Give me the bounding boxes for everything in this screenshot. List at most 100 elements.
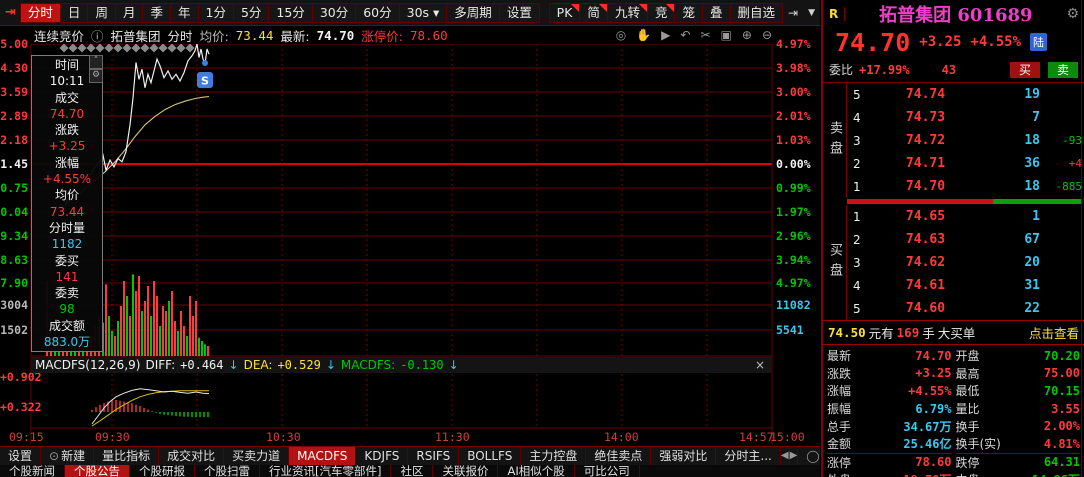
news-tab[interactable]: 个股扫雷 — [195, 465, 260, 477]
arrow-down-icon: ↓ — [325, 358, 336, 372]
close-icon[interactable]: × — [755, 358, 765, 372]
intraday-chart-svg[interactable]: S — [0, 44, 820, 445]
jump-icon[interactable]: ⇥ — [0, 5, 21, 20]
indicator-tab[interactable]: 强弱对比 — [651, 447, 717, 465]
bid-row[interactable]: 2 74.63 67 — [847, 228, 1084, 251]
stock-title[interactable]: 拓普集团 601689 — [845, 1, 1066, 27]
volume-bar — [177, 331, 179, 356]
tooltip-row: 74.70 — [49, 106, 85, 121]
scroll-left-icon[interactable]: ◀ — [781, 447, 790, 465]
period-tab[interactable]: 30s ▾ — [398, 2, 448, 23]
indicator-tab[interactable]: MACDFS — [289, 447, 357, 465]
intraday-chart-area[interactable]: S 75.00 74.30 73.59 72.89 72.18 71.45 70.75 70.… — [0, 37, 820, 445]
bid-row[interactable]: 3 74.62 20 — [847, 251, 1084, 274]
time-tick-label: 11:30 — [435, 430, 470, 444]
period-tab[interactable]: 60分 — [355, 2, 400, 23]
buy-button[interactable]: 买 — [1010, 61, 1040, 78]
period-tab[interactable]: 多周期 — [446, 2, 500, 23]
ask-row[interactable]: 2 74.71 36 +4 — [847, 152, 1084, 175]
tick-dash — [58, 352, 60, 355]
macd-title[interactable]: MACDFS(12,26,9) — [35, 358, 140, 372]
zoom-in-icon[interactable]: ⊕ — [742, 28, 752, 42]
period-tab[interactable]: 年 — [169, 2, 199, 23]
new-indicator-tab[interactable]: ⊙ 新建 — [41, 447, 95, 465]
sell-button[interactable]: 卖 — [1048, 61, 1078, 78]
ask-volume: 36 — [1024, 156, 1040, 171]
level: 2 — [853, 232, 861, 247]
indicator-tab[interactable]: 分时主... — [716, 447, 781, 465]
news-tab[interactable]: 个股新闻 — [0, 465, 65, 477]
bid-row[interactable]: 4 74.61 31 — [847, 274, 1084, 297]
big-order-alert[interactable]: 74.50 元有 169 手 大买单 点击查看 — [823, 320, 1084, 345]
news-tab[interactable]: AI相似个股 — [498, 465, 575, 477]
eye-icon[interactable]: ◎ — [616, 28, 626, 42]
volume-bar — [135, 291, 137, 356]
tool-tab[interactable]: 九转 — [606, 2, 648, 23]
ask-row[interactable]: 4 74.73 7 — [847, 106, 1084, 129]
period-tab[interactable]: 1分 — [197, 2, 234, 23]
axis-tick-label: 4.97% — [776, 37, 811, 51]
news-tab[interactable]: 关联报价 — [433, 465, 499, 477]
tool-tab[interactable]: 笼 — [674, 2, 703, 23]
indicator-settings-tab[interactable]: 设置 — [0, 447, 42, 465]
period-tab[interactable]: 月 — [114, 2, 144, 23]
indicator-tab[interactable]: 绝佳卖点 — [586, 447, 652, 465]
tick-dash — [174, 352, 176, 355]
scroll-right-icon[interactable]: ▶ — [790, 447, 799, 465]
tool-tab[interactable]: 简 — [579, 2, 608, 23]
period-tab[interactable]: 设置 — [498, 2, 540, 23]
gear-icon[interactable]: ⚙ — [89, 69, 103, 83]
news-tab[interactable]: 行业资讯[汽车零部件] — [260, 465, 392, 477]
indicator-tab[interactable]: 量比指标 — [94, 447, 160, 465]
period-tab[interactable]: 15分 — [268, 2, 313, 23]
indicator-tab[interactable]: RSIFS — [408, 447, 460, 465]
news-tab[interactable]: 社区 — [391, 465, 434, 477]
frame-icon[interactable]: ▣ — [721, 28, 732, 42]
tool-tab[interactable]: 竞 — [646, 2, 676, 23]
market-badge: 陆 — [1030, 33, 1047, 51]
period-tab[interactable]: 30分 — [311, 2, 357, 23]
period-tab[interactable]: 分时 — [19, 2, 61, 23]
collapse-icon[interactable]: ˄ — [89, 55, 103, 69]
news-tab[interactable]: 可比公司 — [575, 465, 640, 477]
axis-tick-label: 2.96% — [776, 229, 811, 243]
news-tab[interactable]: 个股公告 — [65, 465, 130, 477]
volume-bar — [132, 274, 134, 356]
news-tab[interactable]: 个股研报 — [130, 465, 195, 477]
alert-price: 74.50 — [828, 325, 866, 340]
ask-row[interactable]: 1 74.70 18 -885 — [847, 175, 1084, 198]
axis-tick-label: 72.18 — [0, 133, 28, 147]
undo-icon[interactable]: ↶ — [680, 28, 690, 42]
stat-value: 19.70万 — [851, 471, 951, 477]
tool-tab[interactable]: PK — [548, 2, 581, 23]
period-tab[interactable]: 周 — [87, 2, 116, 23]
period-tab[interactable]: 季 — [142, 2, 171, 23]
indicator-tab[interactable]: 主力控盘 — [521, 447, 587, 465]
stat-label: 最新 — [827, 349, 852, 364]
indicator-tab[interactable]: 成交对比 — [159, 447, 225, 465]
circle-icon: ◯ — [806, 449, 820, 463]
scissors-icon[interactable]: ✂ — [700, 28, 710, 42]
period-tab[interactable]: 日 — [59, 2, 89, 23]
indicator-tab[interactable]: KDJFS — [356, 447, 409, 465]
arrow-down-icon: ↓ — [448, 358, 459, 372]
bid-row[interactable]: 1 74.65 1 — [847, 205, 1084, 228]
ask-price: 74.71 — [905, 156, 946, 171]
jump-next-icon[interactable]: ⇥ — [783, 6, 803, 20]
ask-row[interactable]: 3 74.72 18 -93 — [847, 129, 1084, 152]
bid-row[interactable]: 5 74.60 22 — [847, 297, 1084, 320]
period-tab[interactable]: 5分 — [232, 2, 270, 23]
chevron-down-icon[interactable]: ▼ — [803, 8, 820, 18]
play-icon[interactable]: ▶ — [661, 28, 670, 42]
alert-text3: 大买单 — [937, 326, 976, 341]
zoom-out-icon[interactable]: ⊖ — [762, 28, 772, 42]
tool-tab[interactable]: 叠 — [701, 2, 731, 23]
stat-label: 外盘 — [827, 471, 851, 477]
indicator-tab[interactable]: BOLLFS — [459, 447, 522, 465]
indicator-tab[interactable]: 买卖力道 — [224, 447, 290, 465]
tool-tab[interactable]: 删自选 — [729, 2, 784, 23]
info-icon[interactable]: ⓘ — [91, 26, 104, 45]
ask-row[interactable]: 5 74.74 19 — [847, 83, 1084, 106]
hand-icon[interactable]: ✋ — [636, 28, 651, 42]
view-details-link[interactable]: 点击查看 — [1029, 323, 1079, 342]
